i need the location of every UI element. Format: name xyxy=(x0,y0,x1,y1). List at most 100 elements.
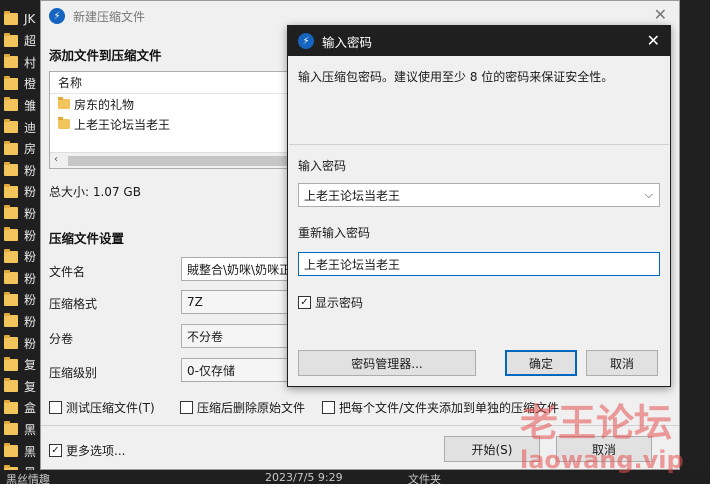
bg-list-item[interactable]: 复 xyxy=(0,354,40,376)
folder-icon xyxy=(4,248,18,263)
test-archive-option[interactable]: 测试压缩文件(T) xyxy=(49,399,155,416)
split-select[interactable]: 不分卷 xyxy=(181,324,291,348)
chevron-down-icon[interactable]: ⌵ xyxy=(645,188,653,202)
bg-list-item[interactable]: 粉 xyxy=(0,202,40,224)
bg-list-item[interactable]: 粉 xyxy=(0,159,40,181)
main-close-icon[interactable]: ✕ xyxy=(654,5,667,24)
divider xyxy=(289,144,669,145)
folder-icon xyxy=(4,162,18,177)
file-list-item[interactable]: 上老王论坛当老王 xyxy=(50,114,298,134)
test-archive-checkbox[interactable] xyxy=(49,401,62,414)
bg-list-item-label: 村 xyxy=(24,55,37,70)
bg-list-item[interactable]: 粉 xyxy=(0,332,40,354)
bg-list-item-label: 复 xyxy=(24,379,37,394)
password-label: 输入密码 xyxy=(298,159,347,173)
bg-list-item[interactable]: 粉 xyxy=(0,181,40,203)
format-label: 压缩格式 xyxy=(49,297,98,311)
password-dialog: ⚡ 输入密码 ✕ 输入压缩包密码。建议使用至少 8 位的密码来保证安全性。 输入… xyxy=(287,25,671,387)
file-name: 房东的礼物 xyxy=(74,97,135,112)
folder-icon xyxy=(4,378,18,393)
bg-list-item-label: 粉 xyxy=(24,206,37,221)
background-right-panel xyxy=(680,0,710,484)
bandizip-icon: ⚡ xyxy=(298,33,314,49)
more-options[interactable]: ✓ 更多选项... xyxy=(49,442,125,459)
bg-list-item[interactable]: 盒 xyxy=(0,397,40,419)
folder-icon xyxy=(4,227,18,241)
add-files-title: 添加文件到压缩文件 xyxy=(49,48,162,63)
scroll-thumb[interactable] xyxy=(68,156,298,166)
file-name: 上老王论坛当老王 xyxy=(74,117,171,132)
split-label: 分卷 xyxy=(49,332,74,346)
password-input[interactable]: 上老王论坛当老王 ⌵ xyxy=(298,183,660,207)
bg-list-item[interactable]: 房 xyxy=(0,138,40,160)
bg-list-item[interactable]: 黑 xyxy=(0,440,40,462)
folder-icon xyxy=(4,270,18,285)
delete-after-option[interactable]: 压缩后删除原始文件 xyxy=(180,399,305,416)
file-list-item[interactable]: 房东的礼物 xyxy=(50,94,298,114)
folder-icon xyxy=(4,183,18,198)
folder-icon xyxy=(4,335,18,349)
password-description: 输入压缩包密码。建议使用至少 8 位的密码来保证安全性。 xyxy=(298,70,614,84)
add-each-checkbox[interactable] xyxy=(322,401,335,414)
bg-list-item[interactable]: 迪 xyxy=(0,116,40,138)
password-cancel-button[interactable]: 取消 xyxy=(586,350,658,376)
bg-bottom-type: 文件夹 xyxy=(408,473,441,484)
folder-icon xyxy=(4,399,18,414)
watermark-url: laowang.vip xyxy=(520,446,684,474)
scroll-left-icon[interactable]: ‹ xyxy=(54,154,58,165)
file-list-box[interactable]: 名称 房东的礼物 上老王论坛当老王 ‹ xyxy=(49,71,299,169)
bg-list-item[interactable]: 橙 xyxy=(0,73,40,95)
bg-list-item[interactable]: JK xyxy=(0,8,40,30)
bg-list-item-label: 雏 xyxy=(24,98,37,113)
bg-list-item-label: 黑 xyxy=(24,444,37,459)
test-archive-label: 测试压缩文件(T) xyxy=(66,401,155,415)
ok-button[interactable]: 确定 xyxy=(505,350,577,376)
folder-icon xyxy=(4,313,18,328)
folder-icon xyxy=(4,421,18,436)
bg-list-item-label: 房 xyxy=(24,142,37,157)
delete-after-label: 压缩后删除原始文件 xyxy=(197,401,306,415)
password-manager-button[interactable]: 密码管理器... xyxy=(298,350,476,376)
main-dialog-title: 新建压缩文件 xyxy=(73,9,146,24)
bg-list-item[interactable]: 粉 xyxy=(0,267,40,289)
show-password-label: 显示密码 xyxy=(315,296,364,310)
bg-list-item[interactable]: 村 xyxy=(0,51,40,73)
background-file-list: JK超村橙雏迪房粉粉粉粉粉粉粉粉粉复复盒黑黑黑 xyxy=(0,0,40,484)
delete-after-checkbox[interactable] xyxy=(180,401,193,414)
horizontal-scrollbar[interactable]: ‹ xyxy=(50,152,298,168)
folder-icon xyxy=(4,97,18,112)
confirm-password-value: 上老王论坛当老王 xyxy=(304,257,401,272)
settings-title: 压缩文件设置 xyxy=(49,231,125,246)
bg-list-item[interactable]: 粉 xyxy=(0,289,40,311)
bg-list-item-label: 迪 xyxy=(24,120,37,135)
folder-icon xyxy=(58,97,70,109)
level-select[interactable]: 0-仅存储 xyxy=(181,358,291,382)
show-password-option[interactable]: ✓ 显示密码 xyxy=(298,294,363,311)
bg-list-item[interactable]: 雏 xyxy=(0,94,40,116)
password-close-icon[interactable]: ✕ xyxy=(647,31,660,50)
confirm-password-input[interactable]: 上老王论坛当老王 xyxy=(298,252,660,276)
bg-list-item-label: 黑 xyxy=(24,422,37,437)
more-options-checkbox[interactable]: ✓ xyxy=(49,444,62,457)
bg-list-item[interactable]: 复 xyxy=(0,375,40,397)
bg-list-item[interactable]: 粉 xyxy=(0,310,40,332)
filename-label: 文件名 xyxy=(49,265,86,279)
bg-list-item-label: 橙 xyxy=(24,77,37,92)
file-list-header[interactable]: 名称 xyxy=(50,72,298,94)
total-size: 总大小: 1.07 GB xyxy=(49,185,141,199)
bg-list-item-label: JK xyxy=(24,12,36,26)
folder-icon xyxy=(4,291,18,306)
show-password-checkbox[interactable]: ✓ xyxy=(298,296,311,309)
level-label: 压缩级别 xyxy=(49,366,98,380)
bg-list-item-label: 复 xyxy=(24,358,37,373)
bandizip-icon: ⚡ xyxy=(49,8,65,24)
bg-list-item[interactable]: 粉 xyxy=(0,246,40,268)
bg-bottom-name: 黑丝情趣 xyxy=(6,473,50,484)
format-select[interactable]: 7Z xyxy=(181,290,291,314)
bg-list-item[interactable]: 超 xyxy=(0,30,40,52)
folder-icon xyxy=(4,54,18,69)
filename-field[interactable]: 賊整合\奶咪\奶咪正 xyxy=(181,257,291,281)
bg-list-item[interactable]: 黑 xyxy=(0,418,40,440)
folder-icon xyxy=(4,443,18,457)
bg-list-item[interactable]: 粉 xyxy=(0,224,40,246)
